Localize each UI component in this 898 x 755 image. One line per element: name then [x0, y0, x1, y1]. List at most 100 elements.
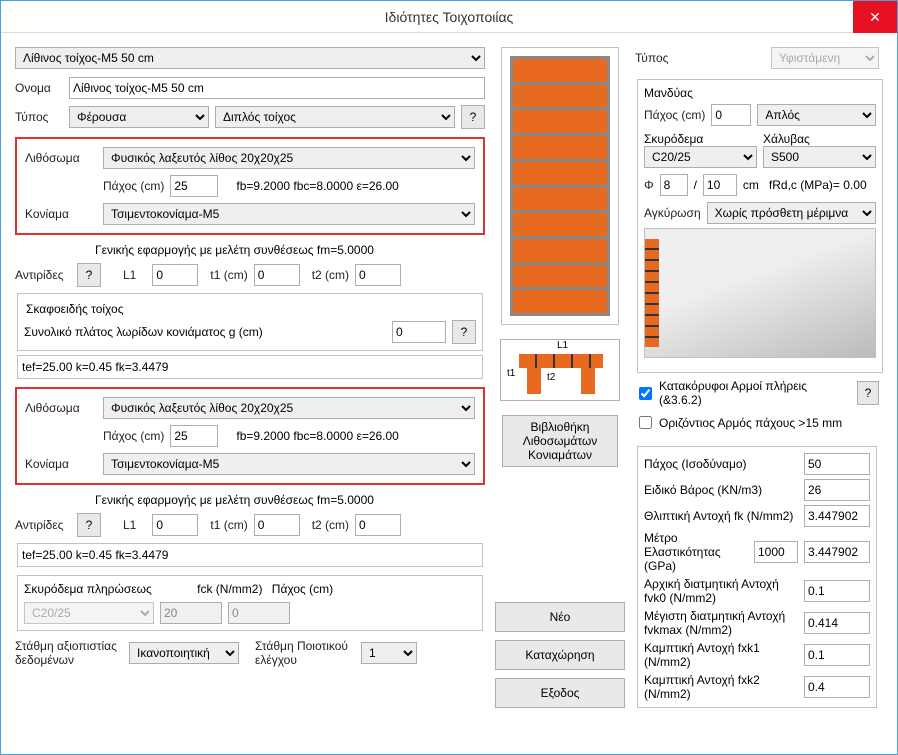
chk1-help[interactable]: ?	[857, 381, 879, 405]
filling-thickness-input	[228, 602, 290, 624]
skafo-label: Συνολικό πλάτος λωρίδων κονιάματος g (cm…	[24, 325, 386, 339]
jacket-type-select[interactable]: Απλός	[757, 104, 876, 126]
t1-input-1[interactable]	[254, 264, 300, 286]
steel-label: Χάλυβας	[763, 132, 876, 146]
skafo-input[interactable]	[392, 321, 446, 343]
koniama-label-2: Κονίαμα	[25, 457, 97, 471]
eq-thick-value[interactable]	[804, 453, 870, 475]
l1-input-1[interactable]	[152, 264, 198, 286]
close-button[interactable]: ✕	[853, 1, 897, 33]
bearing-select[interactable]: Φέρουσα	[69, 106, 209, 128]
chk-vertical-joints-label: Κατακόρυφοι Αρμοί πλήρεις (&3.6.2)	[659, 379, 853, 407]
fvk0-label: Αρχική διατμητική Αντοχή fvk0 (N/mm2)	[644, 577, 798, 605]
jacket-thickness-label: Πάχος (cm)	[644, 108, 705, 122]
left-panel: Λίθινος τοίχος-M5 50 cm Ονομα Τύπος Φέρο…	[15, 47, 485, 708]
phi-label: Φ	[644, 178, 654, 192]
thickness-label-2: Πάχος (cm)	[103, 429, 164, 443]
anchor-label: Αγκύρωση	[644, 206, 701, 220]
wall-type-select[interactable]: Διπλός τοίχος	[215, 106, 455, 128]
right-panel: Τύπος Υφιστάμενη Μανδύας Πάχος (cm) Απλό…	[635, 47, 879, 708]
reliability-select[interactable]: Ικανοποιητική	[129, 642, 239, 664]
fxk1-label: Καμπτική Αντοχή fxk1 (N/mm2)	[644, 641, 798, 669]
chk-horizontal-joint[interactable]	[639, 416, 652, 429]
middle-panel: L1 t1 t2 Βιβλιοθήκη Λιθοσωμάτων Κονιαμάτ…	[495, 47, 625, 708]
mid-buttons: Νέο Καταχώρηση Εξοδος	[495, 602, 625, 708]
slash: /	[694, 178, 697, 192]
concrete-select[interactable]: C20/25	[644, 146, 757, 168]
t2-label-1: t2 (cm)	[312, 268, 349, 282]
spacing-input[interactable]	[703, 174, 737, 196]
l1-input-2[interactable]	[152, 514, 198, 536]
fvk0-value[interactable]	[804, 580, 870, 602]
skafo-fieldset: Σκαφοειδής τοίχος Συνολικό πλάτος λωρίδω…	[17, 293, 483, 351]
t2-input-2[interactable]	[355, 514, 401, 536]
jacket-label: Μανδύας	[644, 86, 693, 100]
titlebar: Ιδιότητες Τοιχοποιίας ✕	[1, 1, 897, 33]
fxk2-value[interactable]	[804, 676, 870, 698]
antirides-help-2[interactable]: ?	[77, 513, 101, 537]
t2-label-2: t2 (cm)	[312, 518, 349, 532]
antirides-help-1[interactable]: ?	[77, 263, 101, 287]
name-label: Ονομα	[15, 81, 63, 95]
weight-label: Ειδικό Βάρος (KN/m3)	[644, 483, 798, 497]
lithosoma-label-2: Λιθόσωμα	[25, 401, 97, 415]
anchor-select[interactable]: Χωρίς πρόσθετη μέριμνα	[707, 202, 876, 224]
cm-label: cm	[743, 178, 759, 192]
fxk1-value[interactable]	[804, 644, 870, 666]
jacket-thickness-input[interactable]	[711, 104, 751, 126]
koniama-label: Κονίαμα	[25, 207, 97, 221]
steel-select[interactable]: S500	[763, 146, 876, 168]
quality-label: Στάθμη Ποιοτικού ελέγχου	[255, 639, 355, 667]
jacket-image	[644, 228, 876, 358]
weight-value[interactable]	[804, 479, 870, 501]
exit-button[interactable]: Εξοδος	[495, 678, 625, 708]
skafo-title: Σκαφοειδής τοίχος	[26, 302, 124, 316]
tef-text-2: tef=25.00 k=0.45 fk=3.4479	[22, 548, 168, 562]
t2-input-1[interactable]	[355, 264, 401, 286]
quality-select[interactable]: 1	[361, 642, 417, 664]
skafo-help[interactable]: ?	[452, 320, 476, 344]
wall-preview	[501, 47, 619, 325]
library-button[interactable]: Βιβλιοθήκη Λιθοσωμάτων Κονιαμάτων	[502, 415, 618, 467]
concrete-label: Σκυρόδεμα	[644, 132, 757, 146]
right-type-select: Υφιστάμενη	[771, 47, 879, 69]
help-button-walltype[interactable]: ?	[461, 105, 485, 129]
name-input[interactable]	[69, 77, 485, 99]
lithosoma-select[interactable]: Φυσικός λαξευτός λίθος 20χ20χ25	[103, 147, 475, 169]
thickness-input-2[interactable]	[170, 425, 218, 447]
thickness-input[interactable]	[170, 175, 218, 197]
koniama-select-2[interactable]: Τσιμεντοκονίαμα-M5	[103, 453, 475, 475]
fk-value[interactable]	[804, 505, 870, 527]
antirides-diagram: L1 t1 t2	[500, 339, 620, 401]
fk-label: Θλιπτική Αντοχή fk (N/mm2)	[644, 509, 798, 523]
new-button[interactable]: Νέο	[495, 602, 625, 632]
reliability-label: Στάθμη αξιοπιστίας δεδομένων	[15, 639, 123, 667]
thickness-label: Πάχος (cm)	[103, 179, 164, 193]
t1-label-2: t1 (cm)	[210, 518, 247, 532]
lithosoma-select-2[interactable]: Φυσικός λαξευτός λίθος 20χ20χ25	[103, 397, 475, 419]
modulus-value2[interactable]	[804, 541, 870, 563]
general-text-1: Γενικής εφαρμογής με μελέτη συνθέσεως fm…	[95, 243, 374, 257]
lithosoma-label: Λιθόσωμα	[25, 151, 97, 165]
save-button[interactable]: Καταχώρηση	[495, 640, 625, 670]
t1-input-2[interactable]	[254, 514, 300, 536]
fck-label: fck (N/mm2)	[197, 582, 262, 596]
filling-thickness-label: Πάχος (cm)	[272, 582, 333, 596]
preset-select[interactable]: Λίθινος τοίχος-M5 50 cm	[15, 47, 485, 69]
koniama-select[interactable]: Τσιμεντοκονίαμα-M5	[103, 203, 475, 225]
tef-text-1: tef=25.00 k=0.45 fk=3.4479	[22, 360, 168, 374]
antirides-label-1: Αντιρίδες	[15, 268, 71, 282]
type-label: Τύπος	[15, 110, 63, 124]
phi-input[interactable]	[660, 174, 688, 196]
modulus-value1[interactable]	[754, 541, 798, 563]
antirides-label-2: Αντιρίδες	[15, 518, 71, 532]
chk-vertical-joints[interactable]	[639, 387, 652, 400]
results-fieldset: Πάχος (Ισοδύναμο) Ειδικό Βάρος (KN/m3) Θ…	[637, 446, 877, 708]
fxk2-label: Καμπτική Αντοχή fxk2 (N/mm2)	[644, 673, 798, 701]
fvkmax-label: Μέγιστη διατμητική Αντοχή fvkmax (N/mm2)	[644, 609, 798, 637]
chk-horizontal-joint-label: Οριζόντιος Αρμός πάχους >15 mm	[659, 416, 842, 430]
filling-concrete: C20/25	[24, 602, 154, 624]
title: Ιδιότητες Τοιχοποιίας	[385, 9, 514, 25]
frd-label: fRd,c (MPa)= 0.00	[769, 178, 867, 192]
fvkmax-value[interactable]	[804, 612, 870, 634]
